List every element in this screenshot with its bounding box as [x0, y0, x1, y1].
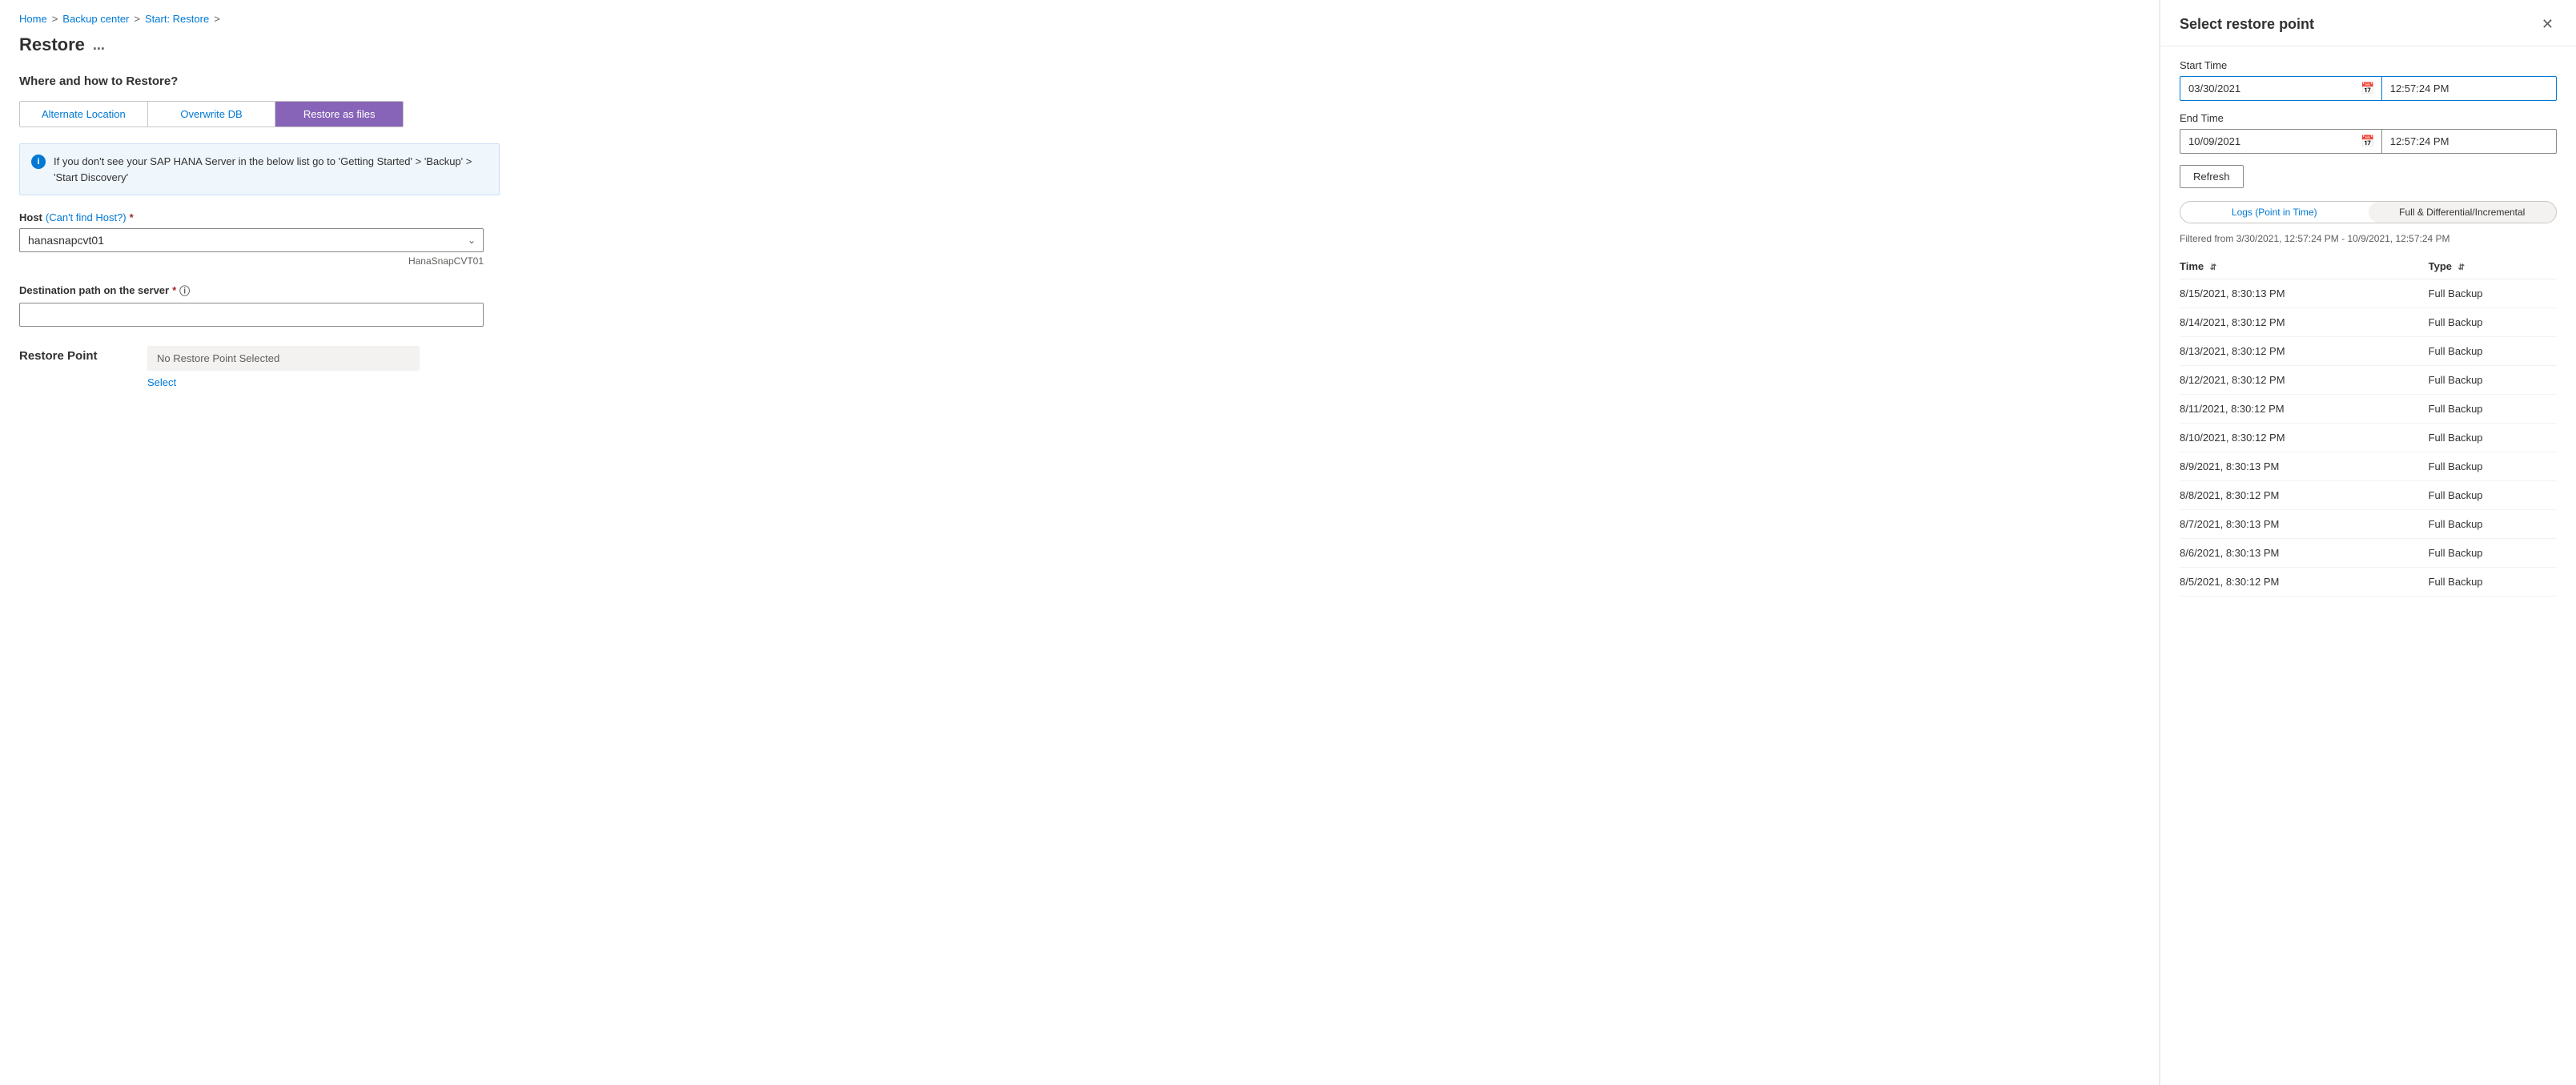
time-sort-icon: ⇵: [2210, 263, 2216, 272]
table-row[interactable]: 8/12/2021, 8:30:12 PMFull Backup: [2180, 366, 2557, 395]
start-date-input[interactable]: [2180, 76, 2354, 101]
breadcrumb-start-restore[interactable]: Start: Restore: [145, 13, 209, 25]
toggle-full-differential[interactable]: Full & Differential/Incremental: [2369, 202, 2557, 223]
filter-text: Filtered from 3/30/2021, 12:57:24 PM - 1…: [2180, 233, 2557, 244]
table-row[interactable]: 8/7/2021, 8:30:13 PMFull Backup: [2180, 510, 2557, 539]
start-time-row: 📅: [2180, 76, 2557, 101]
breadcrumb-sep1: >: [52, 13, 58, 25]
restore-point-time: 8/5/2021, 8:30:12 PM: [2180, 568, 2429, 597]
table-row[interactable]: 8/10/2021, 8:30:12 PMFull Backup: [2180, 424, 2557, 452]
select-restore-point-link[interactable]: Select: [147, 376, 176, 388]
restore-point-time: 8/8/2021, 8:30:12 PM: [2180, 481, 2429, 510]
host-label-text: Host: [19, 211, 42, 223]
restore-point-value: No Restore Point Selected: [147, 346, 420, 371]
destination-required-marker: *: [172, 284, 176, 296]
restore-point-time: 8/13/2021, 8:30:12 PM: [2180, 337, 2429, 366]
end-time-input[interactable]: [2381, 129, 2557, 154]
breadcrumb-home[interactable]: Home: [19, 13, 47, 25]
destination-info-icon: ⓘ: [179, 283, 190, 298]
restore-point-type: Full Backup: [2429, 308, 2557, 337]
host-dropdown[interactable]: hanasnapcvt01: [19, 228, 484, 252]
page-title: Restore: [19, 34, 85, 55]
destination-field-group: Destination path on the server * ⓘ: [19, 283, 2140, 327]
title-ellipsis-menu[interactable]: ...: [93, 37, 105, 54]
restore-point-type: Full Backup: [2429, 366, 2557, 395]
table-row[interactable]: 8/6/2021, 8:30:13 PMFull Backup: [2180, 539, 2557, 568]
info-text: If you don't see your SAP HANA Server in…: [54, 154, 488, 185]
restore-point-type: Full Backup: [2429, 337, 2557, 366]
start-time-label: Start Time: [2180, 59, 2557, 71]
column-header-type[interactable]: Type ⇵: [2429, 254, 2557, 279]
end-time-label: End Time: [2180, 112, 2557, 124]
restore-point-time: 8/15/2021, 8:30:13 PM: [2180, 279, 2429, 308]
table-row[interactable]: 8/11/2021, 8:30:12 PMFull Backup: [2180, 395, 2557, 424]
breadcrumb-sep3: >: [214, 13, 220, 25]
breadcrumb-backup-center[interactable]: Backup center: [62, 13, 129, 25]
restore-point-type: Full Backup: [2429, 395, 2557, 424]
restore-point-time: 8/11/2021, 8:30:12 PM: [2180, 395, 2429, 424]
restore-point-box: No Restore Point Selected Select: [147, 346, 420, 388]
left-panel: Home > Backup center > Start: Restore > …: [0, 0, 2160, 1085]
restore-point-type: Full Backup: [2429, 424, 2557, 452]
restore-point-type: Full Backup: [2429, 568, 2557, 597]
close-panel-button[interactable]: ✕: [2538, 13, 2557, 36]
panel-body: Start Time 📅 End Time 📅 Refresh Logs (Po…: [2160, 46, 2576, 1085]
refresh-button[interactable]: Refresh: [2180, 165, 2244, 188]
end-time-group: End Time 📅: [2180, 112, 2557, 154]
destination-path-input[interactable]: [19, 303, 484, 327]
restore-point-type: Full Backup: [2429, 510, 2557, 539]
end-date-input[interactable]: [2180, 129, 2354, 154]
table-row[interactable]: 8/15/2021, 8:30:13 PMFull Backup: [2180, 279, 2557, 308]
end-date-calendar-button[interactable]: 📅: [2354, 129, 2381, 154]
restore-point-type: Full Backup: [2429, 452, 2557, 481]
host-label: Host (Can't find Host?) *: [19, 211, 2140, 223]
restore-point-type: Full Backup: [2429, 481, 2557, 510]
restore-point-section: Restore Point No Restore Point Selected …: [19, 346, 2140, 388]
start-time-group: Start Time 📅: [2180, 59, 2557, 101]
restore-type-tabs: Alternate Location Overwrite DB Restore …: [19, 101, 404, 127]
tab-overwrite-db[interactable]: Overwrite DB: [148, 102, 276, 127]
destination-label-text: Destination path on the server: [19, 284, 169, 296]
restore-point-type: Full Backup: [2429, 539, 2557, 568]
column-header-time[interactable]: Time ⇵: [2180, 254, 2429, 279]
host-required-marker: *: [130, 211, 134, 223]
table-row[interactable]: 8/8/2021, 8:30:12 PMFull Backup: [2180, 481, 2557, 510]
restore-point-time: 8/6/2021, 8:30:13 PM: [2180, 539, 2429, 568]
restore-point-type-toggle: Logs (Point in Time) Full & Differential…: [2180, 201, 2557, 223]
restore-points-table: Time ⇵ Type ⇵ 8/15/2021, 8:30:13 PMFull …: [2180, 254, 2557, 597]
restore-point-time: 8/7/2021, 8:30:13 PM: [2180, 510, 2429, 539]
panel-title: Select restore point: [2180, 16, 2314, 33]
start-time-input[interactable]: [2381, 76, 2557, 101]
table-row[interactable]: 8/5/2021, 8:30:12 PMFull Backup: [2180, 568, 2557, 597]
tab-restore-as-files[interactable]: Restore as files: [275, 102, 403, 127]
cant-find-host-link[interactable]: (Can't find Host?): [46, 211, 127, 223]
host-dropdown-wrap: hanasnapcvt01 ⌄: [19, 228, 484, 252]
restore-point-type: Full Backup: [2429, 279, 2557, 308]
destination-label: Destination path on the server * ⓘ: [19, 283, 2140, 298]
restore-point-time: 8/14/2021, 8:30:12 PM: [2180, 308, 2429, 337]
table-row[interactable]: 8/9/2021, 8:30:13 PMFull Backup: [2180, 452, 2557, 481]
info-box: i If you don't see your SAP HANA Server …: [19, 143, 500, 195]
restore-point-time: 8/12/2021, 8:30:12 PM: [2180, 366, 2429, 395]
section-heading: Where and how to Restore?: [19, 74, 2140, 88]
panel-header: Select restore point ✕: [2160, 0, 2576, 46]
start-date-calendar-button[interactable]: 📅: [2354, 76, 2381, 101]
restore-point-label: Restore Point: [19, 346, 131, 363]
table-row[interactable]: 8/14/2021, 8:30:12 PMFull Backup: [2180, 308, 2557, 337]
host-field-group: Host (Can't find Host?) * hanasnapcvt01 …: [19, 211, 2140, 267]
end-time-row: 📅: [2180, 129, 2557, 154]
tab-alternate-location[interactable]: Alternate Location: [20, 102, 148, 127]
restore-point-time: 8/10/2021, 8:30:12 PM: [2180, 424, 2429, 452]
table-row[interactable]: 8/13/2021, 8:30:12 PMFull Backup: [2180, 337, 2557, 366]
right-panel: Select restore point ✕ Start Time 📅 End …: [2160, 0, 2576, 1085]
type-sort-icon: ⇵: [2458, 263, 2465, 272]
info-icon: i: [31, 155, 46, 169]
breadcrumb-sep2: >: [134, 13, 140, 25]
restore-point-time: 8/9/2021, 8:30:13 PM: [2180, 452, 2429, 481]
host-hint: HanaSnapCVT01: [19, 255, 484, 267]
toggle-logs[interactable]: Logs (Point in Time): [2180, 202, 2369, 223]
page-title-row: Restore ...: [19, 34, 2140, 55]
breadcrumb: Home > Backup center > Start: Restore >: [19, 13, 2140, 25]
